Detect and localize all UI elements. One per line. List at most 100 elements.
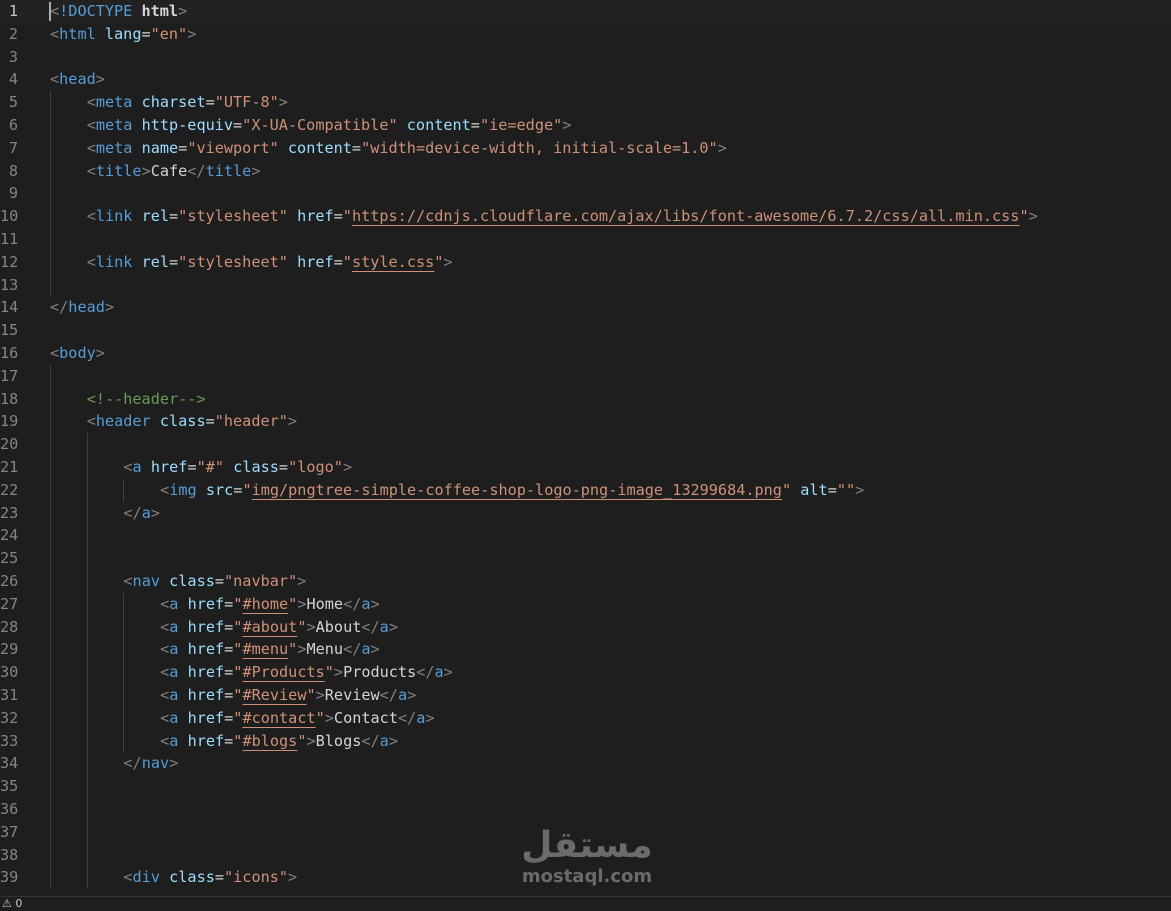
token-str: "X-UA-Compatible" <box>242 116 398 134</box>
token-text: = <box>224 617 234 636</box>
token-punct: > <box>443 252 453 271</box>
token-link[interactable]: #Review <box>242 686 306 704</box>
code-line[interactable]: 9 <box>0 182 1171 206</box>
code-line[interactable]: 7 <meta name="viewport" content="width=de… <box>0 136 1171 160</box>
token-attr: class <box>159 412 206 431</box>
code-line[interactable]: 26 <nav class="navbar"> <box>0 570 1171 593</box>
code-line[interactable]: 15 <box>0 319 1171 342</box>
code-editor[interactable]: 1 <!DOCTYPE html> 2 <html lang="en"> 3 4 <head… <box>0 0 1171 896</box>
token-link[interactable]: #menu <box>242 640 288 658</box>
token-punct: > <box>333 663 344 682</box>
code-line[interactable]: 3 <box>0 46 1171 69</box>
warnings-indicator[interactable]: ⚠ 0 <box>2 897 22 911</box>
token-attr: href <box>187 731 225 750</box>
token-punct: < <box>160 731 170 750</box>
token-punct: > <box>306 731 316 750</box>
code-line[interactable]: 30 <a href="#Products">Products</a> <box>0 661 1171 684</box>
token-tag: head <box>59 70 96 89</box>
token-link[interactable]: img/pngtree-simple-coffee-shop-logo-png-… <box>252 481 782 499</box>
code-line[interactable]: 35 <box>0 775 1171 798</box>
indent-guide <box>86 456 88 479</box>
token-punct: < <box>123 458 133 476</box>
code-line[interactable]: 22 <img src = "img/pngtree-simple-coffee-sh… <box>0 478 1171 502</box>
code-line[interactable]: 31 <a href="#Review">Review</a> <box>0 684 1171 707</box>
code-line[interactable]: 27 <a href="#home">Home</a> <box>0 592 1171 616</box>
line-number: 13 <box>0 275 19 294</box>
code-line[interactable]: 21 <a href="#" class="logo"> <box>0 456 1171 479</box>
line-code: <title>Cafe</title> <box>87 160 261 183</box>
token-attr: href <box>187 617 225 636</box>
token-attr: rel <box>141 252 170 271</box>
token-text: About <box>315 617 362 636</box>
token-punct: < <box>86 252 96 271</box>
token-str: "stylesheet" <box>178 207 288 226</box>
line-code: <html lang="en"> <box>50 23 196 46</box>
indent-guide <box>50 547 51 570</box>
code-line[interactable]: 2 <html lang="en"> <box>0 23 1171 46</box>
code-line[interactable]: 12 <link rel="stylesheet" href="style.css… <box>0 250 1171 274</box>
line-number: 1 <box>8 2 18 20</box>
token-link[interactable]: #contact <box>242 709 315 727</box>
token-tag: meta <box>95 93 133 112</box>
line-number: 19 <box>0 412 19 431</box>
code-line[interactable]: 8 <title>Cafe</title> <box>0 159 1171 183</box>
token-str: " <box>342 252 352 271</box>
token-attr: name <box>141 138 179 157</box>
code-line[interactable]: 13 <box>0 273 1171 297</box>
code-line[interactable]: 4 <head> <box>0 68 1171 91</box>
line-number: 33 <box>0 731 19 750</box>
code-line[interactable]: 24 <box>0 524 1171 548</box>
watermark-arabic: مستقل <box>521 825 654 866</box>
code-line[interactable]: 34 </nav> <box>0 752 1171 776</box>
line-code: <div class="icons"> <box>123 866 297 889</box>
code-line[interactable]: 20 <box>0 433 1171 456</box>
code-line[interactable]: 32 <a href="#contact">Contact</a> <box>0 706 1171 730</box>
code-line[interactable]: 10 <link rel="stylesheet" href="https://c… <box>0 205 1171 228</box>
code-line[interactable]: 28 <a href="#about">About</a> <box>0 615 1171 639</box>
token-link[interactable]: style.css <box>352 253 434 271</box>
line-number: 3 <box>8 47 18 66</box>
indent-guide <box>86 706 88 730</box>
line-code: <a href="#Products">Products</a> <box>160 661 453 684</box>
line-number: 26 <box>0 572 19 590</box>
code-line[interactable]: 5 <meta charset="UTF-8"> <box>0 91 1171 114</box>
token-link[interactable]: #Products <box>242 663 324 681</box>
token-link[interactable]: #home <box>242 595 288 613</box>
token-punct: < <box>50 70 60 89</box>
code-line[interactable]: 6 <meta http-equiv="X-UA-Compatible" cont… <box>0 114 1171 137</box>
line-code: <nav class="navbar"> <box>123 570 306 593</box>
indent-guide <box>50 798 51 821</box>
token-text: = <box>187 458 197 476</box>
token-punct: < <box>160 663 170 682</box>
code-line[interactable]: 19 <header class="header"> <box>0 410 1171 434</box>
token-link[interactable]: https://cdnjs.cloudflare.com/ajax/libs/f… <box>352 207 1020 225</box>
token-punct: </ <box>361 617 380 636</box>
token-punct: </ <box>50 298 69 317</box>
token-tag: meta <box>95 138 133 157</box>
token-punct: </ <box>379 686 398 704</box>
token-link[interactable]: #about <box>242 618 297 636</box>
line-number: 30 <box>0 663 19 682</box>
code-line[interactable]: 17 <box>0 364 1171 388</box>
token-text: Cafe <box>150 161 188 180</box>
code-line[interactable]: 29 <a href="#menu">Menu</a> <box>0 638 1171 662</box>
code-line[interactable]: 16 <body> <box>0 342 1171 365</box>
code-line[interactable]: 1 <!DOCTYPE html> <box>0 0 1171 23</box>
code-line[interactable]: 36 <box>0 798 1171 821</box>
line-code: <a href="#contact">Contact</a> <box>160 707 434 730</box>
code-line[interactable]: 18 <!--header--> <box>0 387 1171 411</box>
token-punct: < <box>123 868 133 887</box>
line-code: <header class="header"> <box>87 410 297 433</box>
code-line[interactable]: 14 </head> <box>0 296 1171 319</box>
code-line[interactable]: 11 <box>0 228 1171 251</box>
code-line[interactable]: 25 <box>0 547 1171 570</box>
code-line[interactable]: 23 </a> <box>0 501 1171 525</box>
token-punct: > <box>370 640 380 659</box>
token-text: = <box>224 640 234 659</box>
line-number: 17 <box>0 366 19 385</box>
token-link[interactable]: #blogs <box>242 732 297 750</box>
line-number: 32 <box>0 708 19 727</box>
code-line[interactable]: 33 <a href="#blogs">Blogs</a> <box>0 729 1171 753</box>
indent-guide <box>50 615 51 639</box>
